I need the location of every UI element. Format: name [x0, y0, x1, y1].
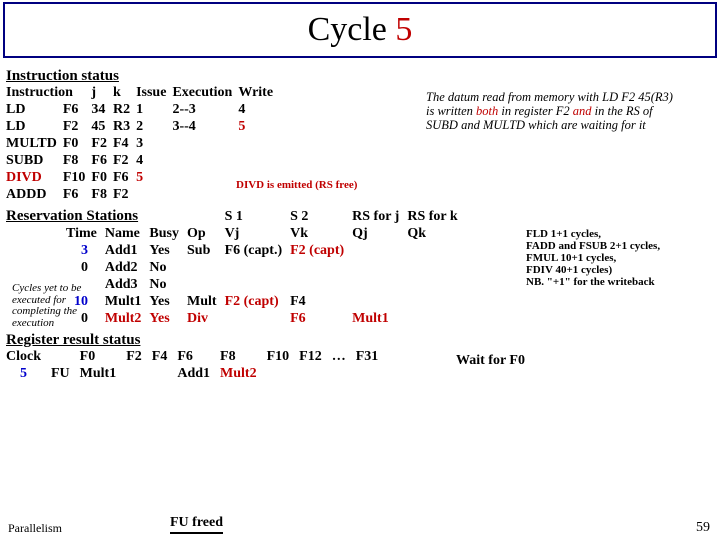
inst-row: LD F6 34 R2 1 2--3 4: [6, 102, 279, 119]
title-number: 5: [395, 11, 412, 48]
inst-h-write: Write: [238, 85, 279, 102]
inst-h-issue: Issue: [136, 85, 172, 102]
divd-emitted-note: DIVD is emitted (RS free): [236, 179, 357, 191]
inst-h-instruction: Instruction: [6, 85, 91, 102]
rs-row: 3 Add1 Yes Sub F6 (capt.) F2 (capt): [6, 243, 466, 260]
title-prefix: Cycle: [308, 11, 396, 48]
title-bar: Cycle 5: [3, 2, 717, 58]
register-result-table: Clock F0 F2 F4 F6 F8 F10 F12 … F31 5 FU …: [6, 349, 388, 383]
cycles-remaining-note: Cycles yet to be executed for completing…: [12, 283, 88, 329]
inst-h-exec: Execution: [172, 85, 238, 102]
wait-for-f0-note: Wait for F0: [456, 353, 525, 369]
section-instruction-status: Instruction status: [6, 68, 714, 85]
cycle-latency-note: FLD 1+1 cycles, FADD and FSUB 2+1 cycles…: [526, 228, 716, 288]
inst-h-k: k: [113, 85, 136, 102]
slide-content: Instruction status Instruction j k Issue…: [6, 68, 714, 383]
rs-row: 0 Add2 No: [6, 260, 466, 277]
section-register-result: Register result status: [6, 332, 714, 349]
inst-row: LD F2 45 R3 2 3--4 5: [6, 119, 279, 136]
inst-row: MULTD F0 F2 F4 3: [6, 136, 279, 153]
inst-h-j: j: [91, 85, 113, 102]
section-reservation-stations: Reservation Stations: [6, 208, 149, 226]
page-number: 59: [696, 520, 710, 536]
inst-row: SUBD F8 F6 F2 4: [6, 153, 279, 170]
fu-freed-label: FU freed: [170, 515, 223, 534]
memory-write-note: The datum read from memory with LD F2 45…: [426, 91, 696, 132]
footer-left: Parallelism: [8, 521, 62, 536]
